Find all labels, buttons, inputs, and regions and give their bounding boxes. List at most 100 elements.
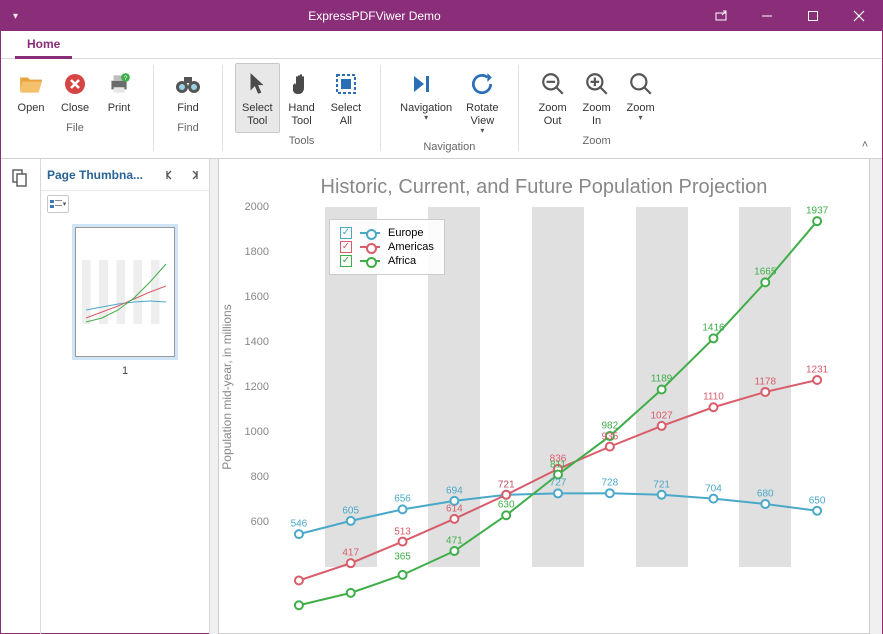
data-label: 513 — [394, 526, 411, 537]
data-label: 471 — [446, 536, 463, 547]
y-tick: 600 — [235, 516, 269, 528]
document-viewer[interactable]: Historic, Current, and Future Population… — [210, 159, 882, 634]
hand-tool-button[interactable]: Hand Tool — [280, 63, 324, 133]
dock-bar — [1, 159, 41, 634]
data-label: 365 — [394, 552, 411, 563]
y-axis-title: Population mid-year, in millions — [220, 304, 234, 469]
zoom-out-icon — [540, 68, 566, 100]
data-label: 417 — [342, 548, 359, 559]
ribbon-group-file: Open Close ? Print File — [1, 59, 149, 158]
quick-access-toolbar: ▾ — [1, 11, 51, 22]
thumbnails-panel-title: Page Thumbna... — [47, 168, 155, 182]
data-label: 630 — [498, 500, 515, 511]
collapse-ribbon-button[interactable]: ˄ — [856, 136, 874, 154]
data-label: 811 — [550, 459, 566, 470]
navigation-button[interactable]: Navigation ▾ — [393, 63, 459, 126]
ribbon-tab-strip: Home — [1, 31, 882, 59]
y-tick: 800 — [235, 471, 269, 483]
data-label: 1178 — [755, 377, 777, 388]
rotate-icon — [469, 68, 495, 100]
print-icon: ? — [106, 68, 132, 100]
data-label: 1416 — [702, 323, 724, 334]
expand-panel-button[interactable] — [185, 166, 203, 184]
data-label: 650 — [809, 495, 826, 506]
thumbnails-dock-button[interactable] — [8, 165, 34, 191]
chart-plot: Population mid-year, in millions 6008001… — [273, 207, 843, 567]
y-tick: 1600 — [235, 291, 269, 303]
close-icon — [63, 68, 87, 100]
legend-item: ✓Africa — [340, 254, 434, 268]
y-tick: 1800 — [235, 246, 269, 258]
ribbon-group-find: Find Find — [158, 59, 218, 158]
zoom-menu-button[interactable]: Zoom ▾ — [619, 63, 663, 126]
ribbon-display-options-button[interactable] — [698, 1, 744, 31]
zoom-out-button[interactable]: Zoom Out — [531, 63, 575, 133]
select-all-icon — [334, 68, 358, 100]
page-number-label: 1 — [122, 357, 128, 377]
rotate-view-button[interactable]: Rotate View ▾ — [459, 63, 505, 139]
group-label-file: File — [66, 120, 84, 134]
open-button[interactable]: Open — [9, 63, 53, 120]
mini-chart-icon — [82, 260, 168, 324]
zoom-in-button[interactable]: Zoom In — [575, 63, 619, 133]
collapse-panel-button[interactable] — [161, 166, 179, 184]
chart-title: Historic, Current, and Future Population… — [233, 176, 855, 199]
data-label: 656 — [394, 494, 411, 505]
title-bar: ▾ ExpressPDFViwer Demo — [1, 1, 882, 31]
data-label: 694 — [446, 485, 463, 496]
data-label: 727 — [550, 478, 567, 489]
data-label: 728 — [601, 478, 618, 489]
group-label-zoom: Zoom — [583, 133, 611, 147]
content-area: Page Thumbna... ▾ 1 Historic, Current, a… — [1, 159, 882, 634]
data-label: 704 — [705, 483, 722, 494]
find-button[interactable]: Find — [166, 63, 210, 120]
data-label: 614 — [446, 503, 463, 514]
page-thumbnail-1[interactable] — [75, 227, 175, 357]
pdf-page: Historic, Current, and Future Population… — [218, 159, 870, 634]
close-window-button[interactable] — [836, 1, 882, 31]
data-label: 1027 — [651, 411, 673, 422]
print-button[interactable]: ? Print — [97, 63, 141, 120]
data-label: 982 — [601, 421, 618, 432]
group-label-tools: Tools — [289, 133, 315, 147]
data-label: 1665 — [754, 267, 776, 278]
thumbnails-options-button[interactable]: ▾ — [47, 195, 69, 213]
data-label: 1937 — [806, 206, 828, 217]
window-title: ExpressPDFViwer Demo — [51, 9, 698, 23]
zoom-in-icon — [584, 68, 610, 100]
data-label: 1189 — [651, 374, 673, 385]
data-label: 935 — [601, 431, 618, 442]
chevron-down-icon: ▾ — [639, 115, 643, 121]
data-label: 721 — [498, 479, 515, 490]
chevron-down-icon: ▾ — [424, 115, 428, 121]
ribbon-group-zoom: Zoom Out Zoom In Zoom ▾ Zoom — [523, 59, 671, 158]
y-tick: 1000 — [235, 426, 269, 438]
select-all-button[interactable]: Select All — [324, 63, 369, 133]
next-icon — [412, 68, 440, 100]
close-button[interactable]: Close — [53, 63, 97, 120]
qat-customize-icon[interactable]: ▾ — [13, 11, 18, 22]
group-label-find: Find — [177, 120, 198, 134]
legend-item: ✓Europe — [340, 226, 434, 240]
hand-icon — [290, 68, 314, 100]
ribbon-group-navigation: Navigation ▾ Rotate View ▾ Navigation — [385, 59, 513, 158]
ribbon: Open Close ? Print File Find Find — [1, 59, 882, 159]
open-folder-icon — [18, 68, 44, 100]
cursor-icon — [246, 68, 268, 100]
data-label: 721 — [653, 479, 670, 490]
data-label: 546 — [291, 519, 308, 530]
y-tick: 2000 — [235, 201, 269, 213]
data-label: 1231 — [806, 365, 828, 376]
group-label-navigation: Navigation — [423, 139, 475, 153]
y-tick: 1200 — [235, 381, 269, 393]
thumbnails-panel: Page Thumbna... ▾ 1 — [41, 159, 210, 634]
minimize-button[interactable] — [744, 1, 790, 31]
maximize-button[interactable] — [790, 1, 836, 31]
legend-item: ✓Americas — [340, 240, 434, 254]
data-label: 1110 — [703, 392, 724, 403]
magnifier-icon — [628, 68, 654, 100]
tab-home[interactable]: Home — [15, 32, 72, 59]
y-tick: 1400 — [235, 336, 269, 348]
chart-legend: ✓Europe✓Americas✓Africa — [329, 219, 445, 275]
select-tool-button[interactable]: Select Tool — [235, 63, 280, 133]
